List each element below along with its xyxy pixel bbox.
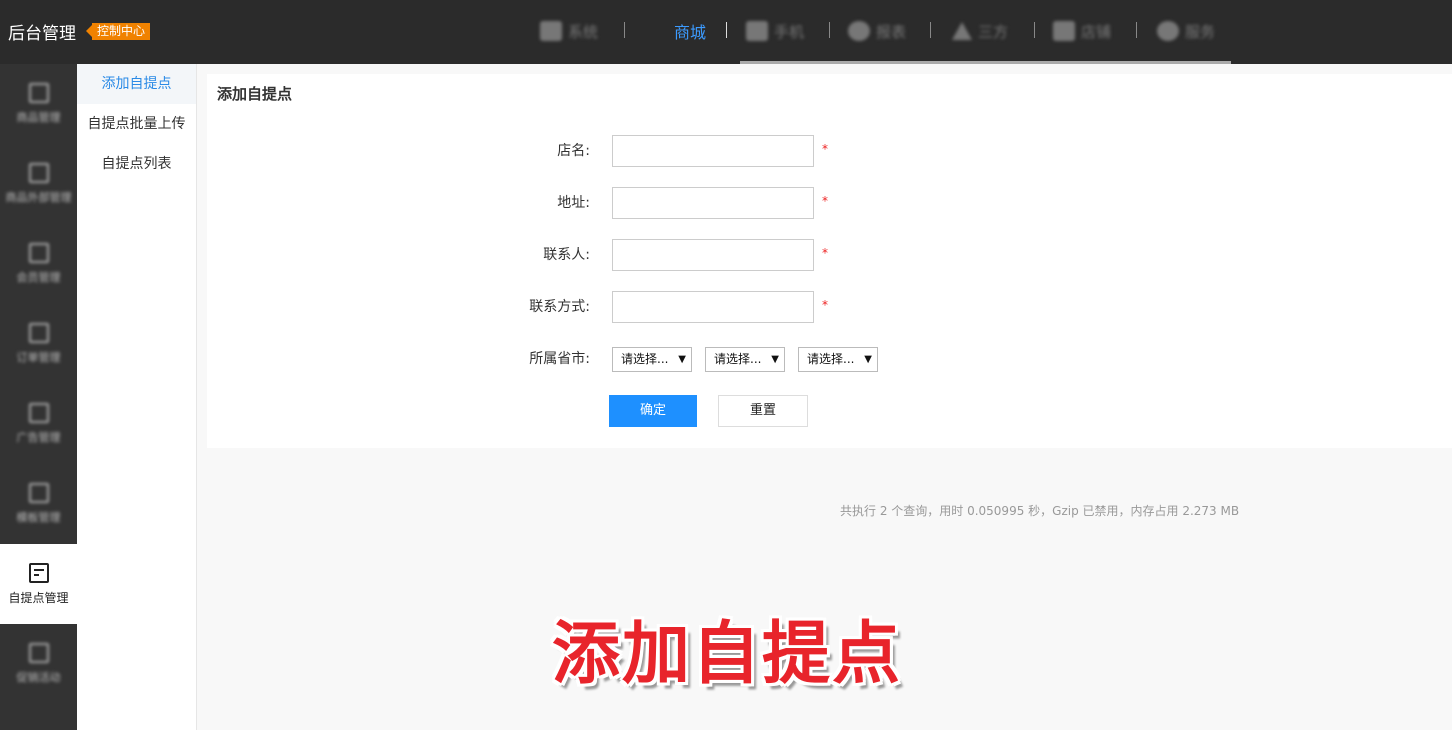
edit-icon — [28, 243, 49, 263]
edit-icon — [28, 403, 49, 423]
required-mark: * — [822, 142, 828, 156]
dropdown-arrow-icon: ▼ — [771, 354, 779, 365]
nav-divider — [1034, 22, 1035, 38]
submenu-bulk-upload[interactable]: 自提点批量上传 — [77, 104, 196, 144]
dropdown-arrow-icon: ▼ — [678, 354, 686, 365]
cloud-icon — [1157, 21, 1179, 41]
nav-reports[interactable]: 报表 — [848, 18, 906, 44]
edit-icon — [28, 323, 49, 343]
top-bar: 后台管理 控制中心 系统 商城 手机 报表 三方 店铺 服务 — [0, 0, 1452, 64]
name-field[interactable] — [612, 135, 814, 167]
clock-icon — [848, 21, 870, 41]
nav-mall[interactable]: 商城 — [674, 19, 706, 43]
form-panel: 添加自提点 店名: * 地址: * 联系人: * 联系方式: * 所属省市: 请… — [207, 74, 1452, 448]
reset-button[interactable]: 重置 — [718, 395, 808, 427]
sidebar-item-orders[interactable]: 订单管理 — [0, 304, 77, 384]
submit-button[interactable]: 确定 — [609, 395, 697, 427]
control-center-badge: 控制中心 — [85, 23, 151, 40]
gift-icon — [28, 643, 49, 663]
page-title: 添加自提点 — [217, 85, 293, 103]
edit-icon — [28, 163, 49, 183]
sidebar-item-ads[interactable]: 广告管理 — [0, 384, 77, 464]
grid-icon — [540, 21, 562, 41]
district-select[interactable]: 请选择... ▼ — [798, 347, 878, 372]
sidebar-item-goods-external[interactable]: 商品外部管理 — [0, 144, 77, 224]
submenu-pickup-list[interactable]: 自提点列表 — [77, 144, 196, 184]
dropdown-arrow-icon: ▼ — [864, 354, 872, 365]
contact-field[interactable] — [612, 239, 814, 271]
nav-shop[interactable]: 店铺 — [1053, 18, 1111, 44]
nav-service[interactable]: 服务 — [1157, 18, 1215, 44]
sidebar-item-goods[interactable]: 商品管理 — [0, 64, 77, 144]
phone-label: 联系方式: — [529, 299, 590, 315]
address-field[interactable] — [612, 187, 814, 219]
sidebar-item-members[interactable]: 会员管理 — [0, 224, 77, 304]
province-select[interactable]: 请选择... ▼ — [612, 347, 692, 372]
phone-field[interactable] — [612, 291, 814, 323]
required-mark: * — [822, 194, 828, 208]
required-mark: * — [822, 246, 828, 260]
app-title: 后台管理 — [8, 24, 76, 44]
shop-icon — [1053, 21, 1075, 41]
name-label: 店名: — [557, 143, 590, 159]
nav-divider — [1136, 22, 1137, 38]
query-stats: 共执行 2 个查询，用时 0.050995 秒，Gzip 已禁用，内存占用 2.… — [840, 504, 1240, 518]
main-sidebar: 商品管理 商品外部管理 会员管理 订单管理 广告管理 模板管理 自提点管理 促销… — [0, 64, 77, 730]
nav-divider — [829, 22, 830, 38]
caption-overlay: 添加自提点 — [552, 615, 903, 694]
monitor-icon — [746, 21, 768, 41]
nav-divider — [930, 22, 931, 38]
nav-mobile[interactable]: 手机 — [746, 18, 804, 44]
nav-thirdparty[interactable]: 三方 — [952, 18, 1008, 44]
region-label: 所属省市: — [529, 351, 590, 367]
nav-underline — [740, 61, 1231, 64]
required-mark: * — [822, 298, 828, 312]
nav-system[interactable]: 系统 — [540, 18, 598, 44]
address-label: 地址: — [557, 195, 590, 211]
edit-icon — [28, 83, 49, 103]
sub-menu: 添加自提点 自提点批量上传 自提点列表 — [77, 64, 197, 730]
city-select[interactable]: 请选择... ▼ — [705, 347, 785, 372]
nav-divider — [624, 22, 625, 38]
sidebar-item-templates[interactable]: 模板管理 — [0, 464, 77, 544]
edit-icon — [28, 483, 49, 503]
contact-label: 联系人: — [543, 247, 590, 263]
document-icon — [28, 562, 49, 583]
sidebar-item-pickup-points[interactable]: 自提点管理 — [0, 544, 77, 624]
submenu-add-pickup-point[interactable]: 添加自提点 — [77, 64, 196, 104]
nav-divider — [726, 22, 727, 38]
sidebar-item-promotions[interactable]: 促销活动 — [0, 624, 77, 704]
network-icon — [952, 22, 972, 40]
